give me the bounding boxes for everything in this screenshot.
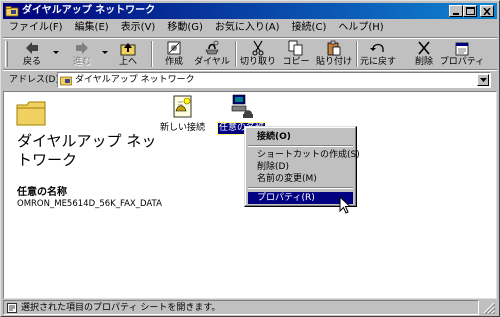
cut-label: 切り取り: [239, 57, 276, 67]
selected-item-device: OMRON_ME5614D_56K_FAX_DATA: [17, 199, 162, 209]
toolbar-separator: [356, 41, 358, 67]
properties-button[interactable]: プロパティ: [439, 39, 485, 69]
menu-view[interactable]: 表示(V): [115, 21, 162, 35]
undo-icon: [370, 43, 384, 52]
dialup-connection-icon: [231, 94, 253, 118]
forward-label: 進む: [72, 57, 91, 67]
menu-favorites[interactable]: お気に入り(A): [209, 21, 286, 35]
context-menu-create-shortcut[interactable]: ショートカットの作成(S): [248, 149, 360, 161]
toolbar-grip[interactable]: [5, 41, 8, 67]
menu-file[interactable]: ファイル(F): [3, 21, 69, 35]
delete-x-icon: [418, 41, 430, 55]
cut-button[interactable]: 切り取り: [239, 39, 277, 69]
status-info-icon: [7, 303, 17, 313]
address-bar: アドレス(D) ダイヤルアップ ネットワーク: [3, 71, 497, 89]
explorer-window: ダイヤルアップ ネットワーク ファイル(F) 編集(E) 表示(V) 移動(G)…: [0, 0, 500, 317]
menu-separator: [248, 187, 353, 189]
context-menu: 接続(O) ショートカットの作成(S) 削除(D) 名前の変更(M) プロパティ…: [244, 126, 360, 207]
menu-go[interactable]: 移動(G): [161, 21, 209, 35]
address-dropdown-button[interactable]: [477, 74, 489, 86]
paste-label: 貼り付け: [315, 57, 352, 67]
dialup-folder-icon[interactable]: [5, 4, 19, 18]
mouse-cursor-icon: [339, 196, 351, 214]
address-label: アドレス(D): [9, 75, 59, 85]
undo-label: 元に戻す: [359, 57, 396, 67]
create-connection-icon: [167, 41, 181, 55]
scissors-icon: [252, 40, 264, 56]
dial-phone-icon: [205, 40, 219, 55]
status-text: 選択された項目のプロパティ シートを開きます。: [21, 303, 221, 313]
paste-button[interactable]: 貼り付け: [315, 39, 353, 69]
back-arrow-icon: [26, 42, 38, 54]
toolbar-separator: [151, 41, 153, 67]
dialup-folder-icon: [60, 76, 72, 86]
create-label: 作成: [164, 57, 183, 67]
maximize-icon: [465, 7, 475, 15]
new-connection-label: 新しい接続: [160, 123, 206, 133]
context-menu-rename[interactable]: 名前の変更(M): [248, 173, 353, 185]
selected-item-name: 任意の名称: [17, 187, 67, 198]
folder-icon: [16, 101, 46, 126]
copy-label: コピー: [282, 57, 310, 67]
toolbar-separator: [235, 41, 237, 67]
delete-label: 削除: [414, 57, 433, 67]
menu-edit[interactable]: 編集(E): [69, 21, 115, 35]
copy-button[interactable]: コピー: [277, 39, 315, 69]
menu-bar: ファイル(F) 編集(E) 表示(V) 移動(G) お気に入り(A) 接続(C)…: [3, 20, 497, 36]
new-connection-item[interactable]: 新しい接続: [159, 94, 206, 134]
minimize-button[interactable]: [449, 5, 463, 17]
resize-grip-icon[interactable]: [483, 302, 495, 314]
copy-icon: [288, 40, 303, 56]
toolbar: 戻る 進む 上へ 作成 ダイヤル 切り取り コピー 貼り付け 元に戻す 削除 プ…: [3, 39, 497, 69]
up-label: 上へ: [118, 57, 137, 67]
paste-clipboard-icon: [327, 40, 341, 56]
properties-icon: [455, 42, 469, 56]
back-dropdown-icon[interactable]: [53, 51, 59, 54]
context-menu-connect[interactable]: 接続(O): [248, 131, 353, 143]
dial-label: ダイヤル: [194, 57, 230, 67]
dial-button[interactable]: ダイヤル: [193, 39, 231, 69]
forward-button[interactable]: 進む: [63, 39, 101, 69]
create-button[interactable]: 作成: [155, 39, 193, 69]
minimize-icon: [453, 12, 459, 15]
context-menu-properties[interactable]: プロパティ(R): [248, 192, 353, 204]
status-bar: 選択された項目のプロパティ シートを開きます。: [3, 300, 497, 315]
menu-connections[interactable]: 接続(C): [286, 21, 333, 35]
back-button[interactable]: 戻る: [13, 39, 51, 69]
properties-label: プロパティ: [439, 57, 485, 67]
up-folder-icon: [120, 43, 136, 56]
delete-button[interactable]: 削除: [405, 39, 443, 69]
menu-separator: [248, 145, 353, 147]
chevron-down-icon: [479, 78, 487, 82]
up-button[interactable]: 上へ: [109, 39, 147, 69]
address-field[interactable]: ダイヤルアップ ネットワーク: [57, 72, 491, 88]
forward-dropdown-icon[interactable]: [102, 51, 108, 54]
status-panel: 選択された項目のプロパティ シートを開きます。: [3, 300, 479, 315]
close-button[interactable]: [480, 5, 494, 17]
context-menu-delete[interactable]: 削除(D): [248, 161, 353, 173]
close-icon: [483, 7, 491, 15]
forward-arrow-icon: [76, 42, 88, 54]
address-value: ダイヤルアップ ネットワーク: [75, 75, 195, 85]
window-title: ダイヤルアップ ネットワーク: [22, 5, 156, 16]
menu-help[interactable]: ヘルプ(H): [332, 21, 389, 35]
pane-title: ダイヤルアップ ネットワーク: [17, 132, 157, 169]
undo-button[interactable]: 元に戻す: [359, 39, 397, 69]
new-connection-icon: [173, 95, 191, 118]
maximize-button[interactable]: [463, 5, 477, 17]
back-label: 戻る: [22, 57, 41, 67]
title-bar[interactable]: ダイヤルアップ ネットワーク: [3, 3, 497, 19]
